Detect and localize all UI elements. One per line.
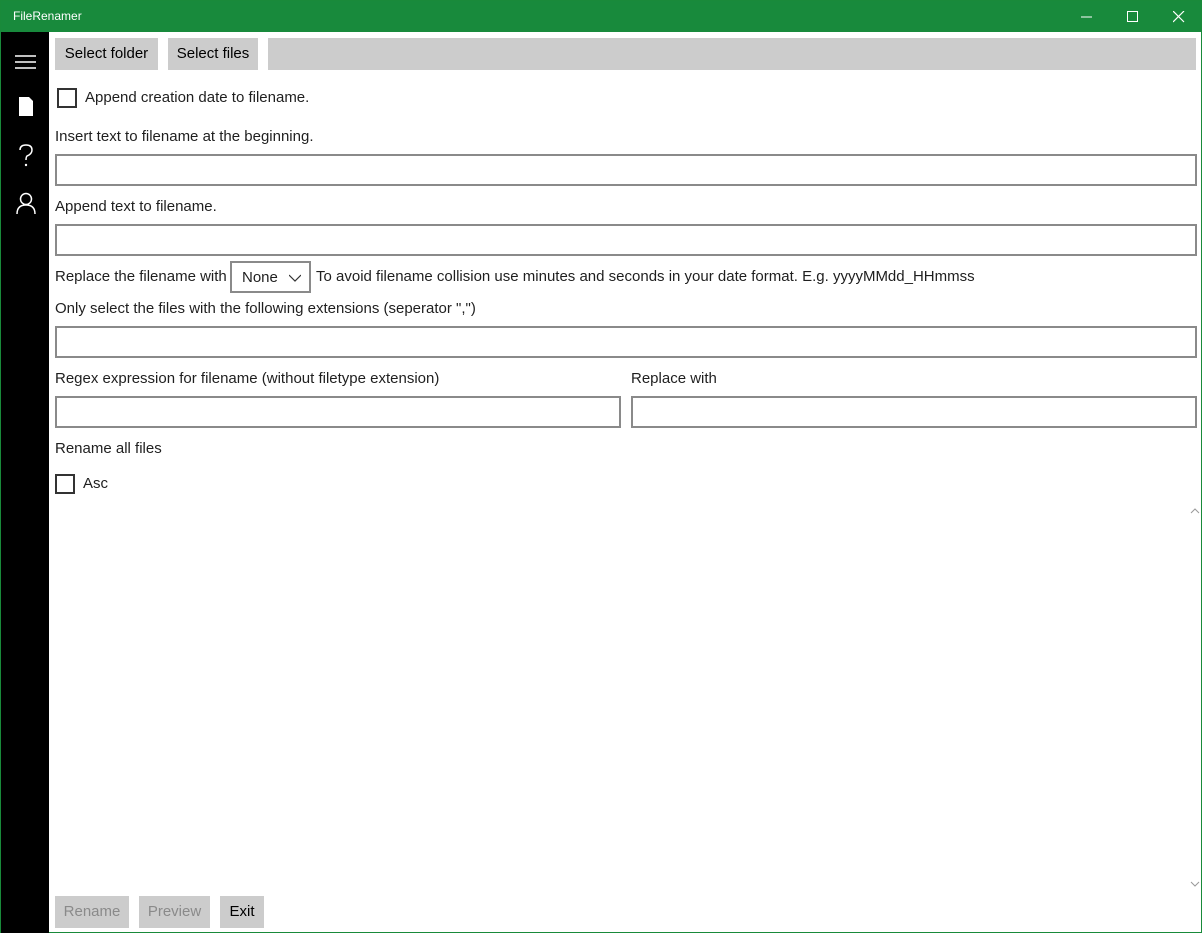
replace-filename-dropdown[interactable]: None xyxy=(230,261,311,293)
hamburger-menu-icon xyxy=(15,55,36,69)
minimize-button[interactable] xyxy=(1064,1,1110,32)
rename-all-label: Rename all files xyxy=(55,440,162,457)
document-icon xyxy=(19,97,33,116)
maximize-icon xyxy=(1127,11,1138,22)
nav-item-help[interactable] xyxy=(1,130,49,178)
replace-with-input[interactable] xyxy=(631,396,1197,428)
insert-text-label: Insert text to filename at the beginning… xyxy=(55,128,314,145)
navigation-pane xyxy=(1,32,49,933)
nav-item-rename[interactable] xyxy=(1,82,49,130)
append-date-label: Append creation date to filename. xyxy=(85,89,310,106)
account-icon xyxy=(16,192,36,215)
replace-with-label: Replace with xyxy=(631,370,717,387)
scroll-up-icon[interactable] xyxy=(1189,506,1201,516)
collision-hint: To avoid filename collision use minutes … xyxy=(316,268,975,285)
nav-menu-toggle[interactable] xyxy=(1,38,49,86)
rename-button[interactable]: Rename xyxy=(55,896,129,928)
app-window: FileRenamer Select folder Select files A… xyxy=(0,0,1202,933)
insert-text-input[interactable] xyxy=(55,154,1197,186)
regex-input[interactable] xyxy=(55,396,621,428)
asc-label: Asc xyxy=(83,475,109,492)
help-icon xyxy=(19,144,33,167)
exit-button[interactable]: Exit xyxy=(220,896,264,928)
minimize-icon xyxy=(1081,16,1092,18)
append-date-checkbox[interactable] xyxy=(57,88,77,108)
chevron-down-icon xyxy=(289,274,301,282)
maximize-button[interactable] xyxy=(1110,1,1156,32)
replace-filename-selected: None xyxy=(242,269,278,286)
append-text-input[interactable] xyxy=(55,224,1197,256)
close-icon xyxy=(1173,11,1185,23)
nav-item-account[interactable] xyxy=(1,178,49,226)
select-folder-button[interactable]: Select folder xyxy=(55,38,158,70)
toolbar-strip xyxy=(268,38,1196,70)
scroll-down-icon[interactable] xyxy=(1189,879,1201,889)
extensions-label: Only select the files with the following… xyxy=(55,300,476,317)
select-files-button[interactable]: Select files xyxy=(168,38,258,70)
close-button[interactable] xyxy=(1156,1,1202,32)
append-text-label: Append text to filename. xyxy=(55,198,217,215)
preview-button[interactable]: Preview xyxy=(139,896,210,928)
extensions-input[interactable] xyxy=(55,326,1197,358)
replace-filename-label: Replace the filename with xyxy=(55,268,227,285)
asc-checkbox[interactable] xyxy=(55,474,75,494)
window-title: FileRenamer xyxy=(13,9,82,23)
regex-label: Regex expression for filename (without f… xyxy=(55,370,440,387)
title-bar: FileRenamer xyxy=(1,1,1201,32)
